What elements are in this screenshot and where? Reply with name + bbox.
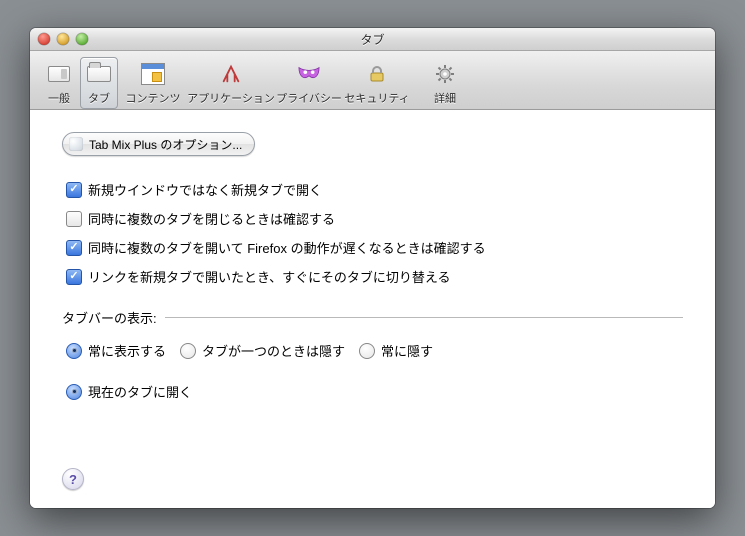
tabbar-section-header: タブバーの表示: [62, 308, 683, 327]
help-button[interactable]: ? [62, 468, 84, 490]
tabbar-radio-group: 常に表示する タブが一つのときは隠す 常に隠す [66, 341, 683, 360]
advanced-icon [430, 60, 460, 88]
window-title: タブ [30, 31, 715, 48]
toolbar-advanced[interactable]: 詳細 [412, 57, 478, 109]
separator-line [165, 317, 683, 318]
tabs-icon [84, 60, 114, 88]
radio-always-show-label: 常に表示する [88, 341, 166, 360]
checkbox-label: 同時に複数のタブを開いて Firefox の動作が遅くなるときは確認する [88, 238, 486, 257]
radio-always-show[interactable] [66, 343, 82, 359]
titlebar[interactable]: タブ [30, 28, 715, 51]
checkbox-label: 同時に複数のタブを閉じるときは確認する [88, 209, 335, 228]
toolbar-applications-label: アプリケーション [187, 90, 275, 106]
tabmixplus-options-button[interactable]: Tab Mix Plus のオプション... [62, 132, 255, 156]
security-icon [362, 60, 392, 88]
radio-open-current[interactable] [66, 384, 82, 400]
content-icon [138, 60, 168, 88]
privacy-icon [294, 60, 324, 88]
content-pane: Tab Mix Plus のオプション... 新規ウインドウではなく新規タブで開… [30, 110, 715, 508]
checkbox-label: リンクを新規タブで開いたとき、すぐにそのタブに切り替える [88, 267, 450, 286]
tabbar-section-label: タブバーの表示: [62, 308, 157, 327]
open-in-current-row: 現在のタブに開く [66, 382, 683, 401]
toolbar-privacy-label: プライバシー [276, 90, 342, 106]
tabmixplus-icon [69, 137, 83, 151]
checkbox-group: 新規ウインドウではなく新規タブで開く 同時に複数のタブを閉じるときは確認する 同… [66, 180, 683, 286]
check-open-new-tab[interactable]: 新規ウインドウではなく新規タブで開く [66, 180, 683, 199]
toolbar-advanced-label: 詳細 [434, 90, 456, 106]
toolbar-general[interactable]: 一般 [40, 57, 78, 109]
prefs-toolbar: 一般 タブ コンテンツ アプリケーション プライバ [30, 51, 715, 110]
applications-icon [216, 60, 246, 88]
toolbar-privacy[interactable]: プライバシー [276, 57, 342, 109]
toolbar-security[interactable]: セキュリティ [344, 57, 410, 109]
checkbox-icon [66, 182, 82, 198]
checkbox-icon [66, 211, 82, 227]
toolbar-general-label: 一般 [48, 90, 70, 106]
radio-always-hide-label: 常に隠す [381, 341, 433, 360]
toolbar-content-label: コンテンツ [126, 90, 181, 106]
tabmixplus-options-label: Tab Mix Plus のオプション... [89, 136, 242, 153]
radio-hide-when-one[interactable] [180, 343, 196, 359]
toolbar-tabs[interactable]: タブ [80, 57, 118, 109]
check-switch-to-new-tab[interactable]: リンクを新規タブで開いたとき、すぐにそのタブに切り替える [66, 267, 683, 286]
general-icon [44, 60, 74, 88]
preferences-window: タブ 一般 タブ コンテンツ アプリケーション [30, 28, 715, 508]
checkbox-icon [66, 240, 82, 256]
checkbox-label: 新規ウインドウではなく新規タブで開く [88, 180, 322, 199]
check-warn-open-many[interactable]: 同時に複数のタブを開いて Firefox の動作が遅くなるときは確認する [66, 238, 683, 257]
radio-open-current-label: 現在のタブに開く [88, 382, 192, 401]
toolbar-security-label: セキュリティ [344, 90, 409, 106]
radio-hide-when-one-label: タブが一つのときは隠す [202, 341, 345, 360]
toolbar-applications[interactable]: アプリケーション [188, 57, 274, 109]
checkbox-icon [66, 269, 82, 285]
radio-always-hide[interactable] [359, 343, 375, 359]
check-warn-close-multiple[interactable]: 同時に複数のタブを閉じるときは確認する [66, 209, 683, 228]
toolbar-tabs-label: タブ [88, 90, 110, 106]
toolbar-content[interactable]: コンテンツ [120, 57, 186, 109]
